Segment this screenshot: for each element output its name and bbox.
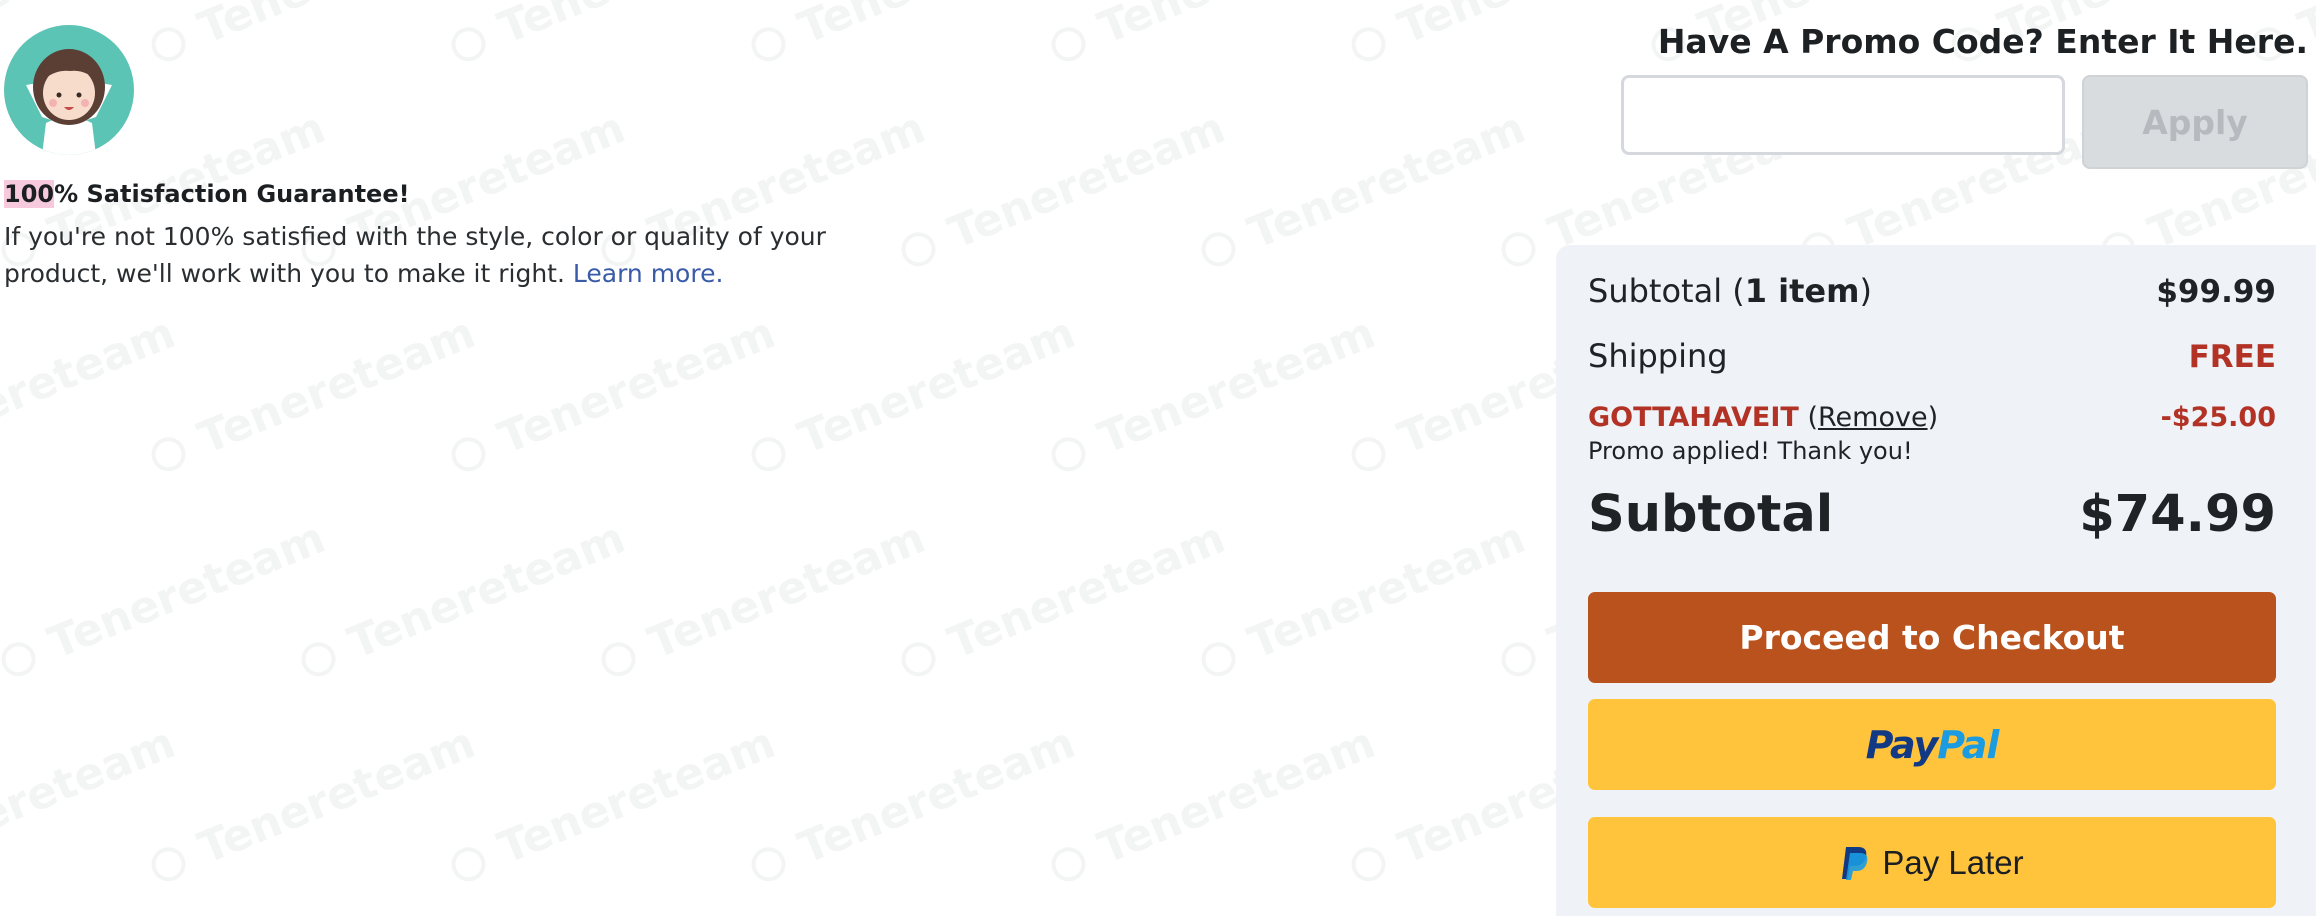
proceed-to-checkout-button[interactable]: Proceed to Checkout — [1588, 592, 2276, 683]
watermark: Tenereteam — [143, 307, 482, 484]
watermark: Tenereteam — [593, 512, 932, 689]
paypal-p-icon — [1842, 846, 1868, 880]
subtotal-label: Subtotal (1 item) — [1588, 272, 1872, 310]
watermark-text: Tenereteam — [1391, 0, 1682, 54]
watermark-text: Tenereteam — [491, 307, 783, 465]
subtotal-label-suffix: ) — [1859, 272, 1872, 310]
watermark-logo-icon — [1496, 636, 1541, 681]
watermark-text: Tenereteam — [341, 512, 633, 670]
guarantee-title: 100% Satisfaction Guarantee! — [4, 180, 904, 208]
watermark-logo-icon — [0, 636, 41, 681]
watermark-logo-icon — [1346, 431, 1391, 476]
paypal-logo-pay: Pay — [1865, 722, 1939, 767]
watermark: Tenereteam — [0, 512, 332, 689]
watermark-text: Tenereteam — [1091, 0, 1382, 54]
order-summary: Subtotal (1 item) $99.99 Shipping FREE G… — [1556, 245, 2316, 916]
pay-later-button[interactable]: Pay Later — [1588, 817, 2276, 908]
watermark: Tenereteam — [293, 512, 632, 689]
promo-message: Promo applied! Thank you! — [1588, 437, 1913, 465]
discount-value: -$25.00 — [2160, 402, 2276, 433]
watermark-text: Tenereteam — [1241, 102, 1533, 260]
watermark: Tenereteam — [143, 717, 482, 894]
watermark: Tenereteam — [0, 307, 182, 484]
watermark-logo-icon — [896, 636, 941, 681]
watermark-logo-icon — [1346, 21, 1391, 66]
guarantee-title-highlight: 100 — [4, 180, 55, 208]
watermark-logo-icon — [1196, 636, 1241, 681]
total-value: $74.99 — [2079, 485, 2276, 544]
watermark-text: Tenereteam — [1091, 307, 1383, 465]
watermark-text: Tenereteam — [491, 717, 783, 875]
remove-close-paren: ) — [1927, 402, 1939, 433]
watermark-text: Tenereteam — [0, 717, 183, 875]
watermark: Tenereteam — [893, 102, 1232, 279]
watermark-logo-icon — [1196, 226, 1241, 271]
watermark-text: Tenereteam — [0, 307, 183, 465]
watermark: Tenereteam — [1343, 0, 1682, 74]
remove-open-paren: ( — [1807, 402, 1818, 433]
watermark-logo-icon — [146, 841, 191, 886]
subtotal-value: $99.99 — [2156, 274, 2276, 310]
watermark-text: Tenereteam — [791, 307, 1083, 465]
promo-discount-row: GOTTAHAVEIT (Remove) -$25.00 — [1588, 402, 2276, 433]
paypal-logo: PayPal — [1865, 722, 2000, 767]
watermark-logo-icon — [296, 636, 341, 681]
watermark-logo-icon — [146, 431, 191, 476]
watermark: Tenereteam — [1043, 0, 1382, 74]
watermark-text: Tenereteam — [1091, 717, 1383, 875]
watermark-text: Tenereteam — [191, 717, 483, 875]
avatar — [4, 25, 134, 155]
subtotal-item-count: 1 item — [1744, 272, 1860, 310]
shipping-row: Shipping FREE — [1588, 337, 2276, 375]
watermark-logo-icon — [596, 636, 641, 681]
watermark-logo-icon — [446, 431, 491, 476]
total-label: Subtotal — [1588, 485, 1834, 544]
guarantee-text: If you're not 100% satisfied with the st… — [4, 218, 904, 292]
watermark: Tenereteam — [1043, 717, 1382, 894]
subtotal-label-prefix: Subtotal ( — [1588, 272, 1745, 310]
watermark-logo-icon — [746, 431, 791, 476]
watermark: Tenereteam — [443, 307, 782, 484]
watermark: Tenereteam — [743, 717, 1082, 894]
promo-title: Have A Promo Code? Enter It Here. — [1657, 22, 2308, 61]
watermark: Tenereteam — [1193, 102, 1532, 279]
watermark: Tenereteam — [1193, 512, 1532, 689]
total-row: Subtotal $74.99 — [1588, 485, 2276, 544]
shipping-value: FREE — [2188, 339, 2276, 375]
watermark-logo-icon — [1046, 21, 1091, 66]
watermark-logo-icon — [1046, 841, 1091, 886]
watermark: Tenereteam — [1043, 307, 1382, 484]
pay-later-content: Pay Later — [1840, 843, 2024, 882]
promo-applied: GOTTAHAVEIT (Remove) — [1588, 402, 1938, 433]
pay-later-label: Pay Later — [1882, 843, 2024, 881]
watermark: Tenereteam — [893, 512, 1232, 689]
watermark-logo-icon — [1046, 431, 1091, 476]
promo-code-label: GOTTAHAVEIT — [1588, 402, 1799, 433]
shipping-label: Shipping — [1588, 337, 1728, 375]
remove-promo-link[interactable]: Remove — [1818, 402, 1928, 433]
watermark-text: Tenereteam — [191, 307, 483, 465]
watermark-text: Tenereteam — [941, 512, 1233, 670]
watermark-text: Tenereteam — [941, 102, 1233, 260]
watermark-text: Tenereteam — [41, 512, 333, 670]
paypal-logo-pal: Pal — [1937, 722, 1999, 767]
watermark-logo-icon — [446, 841, 491, 886]
watermark: Tenereteam — [743, 307, 1082, 484]
watermark-logo-icon — [1346, 841, 1391, 886]
subtotal-row: Subtotal (1 item) $99.99 — [1588, 272, 2276, 310]
apply-button[interactable]: Apply — [2082, 75, 2308, 169]
watermark: Tenereteam — [0, 717, 182, 894]
watermark-text: Tenereteam — [791, 717, 1083, 875]
watermark-text: Tenereteam — [641, 512, 933, 670]
paypal-button[interactable]: PayPal — [1588, 699, 2276, 790]
guarantee-title-rest: % Satisfaction Guarantee! — [54, 180, 410, 208]
watermark: Tenereteam — [443, 717, 782, 894]
satisfaction-guarantee: 100% Satisfaction Guarantee! If you're n… — [4, 25, 904, 292]
learn-more-link[interactable]: Learn more. — [573, 259, 724, 288]
promo-code-input[interactable] — [1621, 75, 2065, 155]
watermark-logo-icon — [1496, 226, 1541, 271]
avatar-illustration-icon — [26, 49, 112, 155]
watermark-text: Tenereteam — [1241, 512, 1533, 670]
watermark-logo-icon — [746, 841, 791, 886]
